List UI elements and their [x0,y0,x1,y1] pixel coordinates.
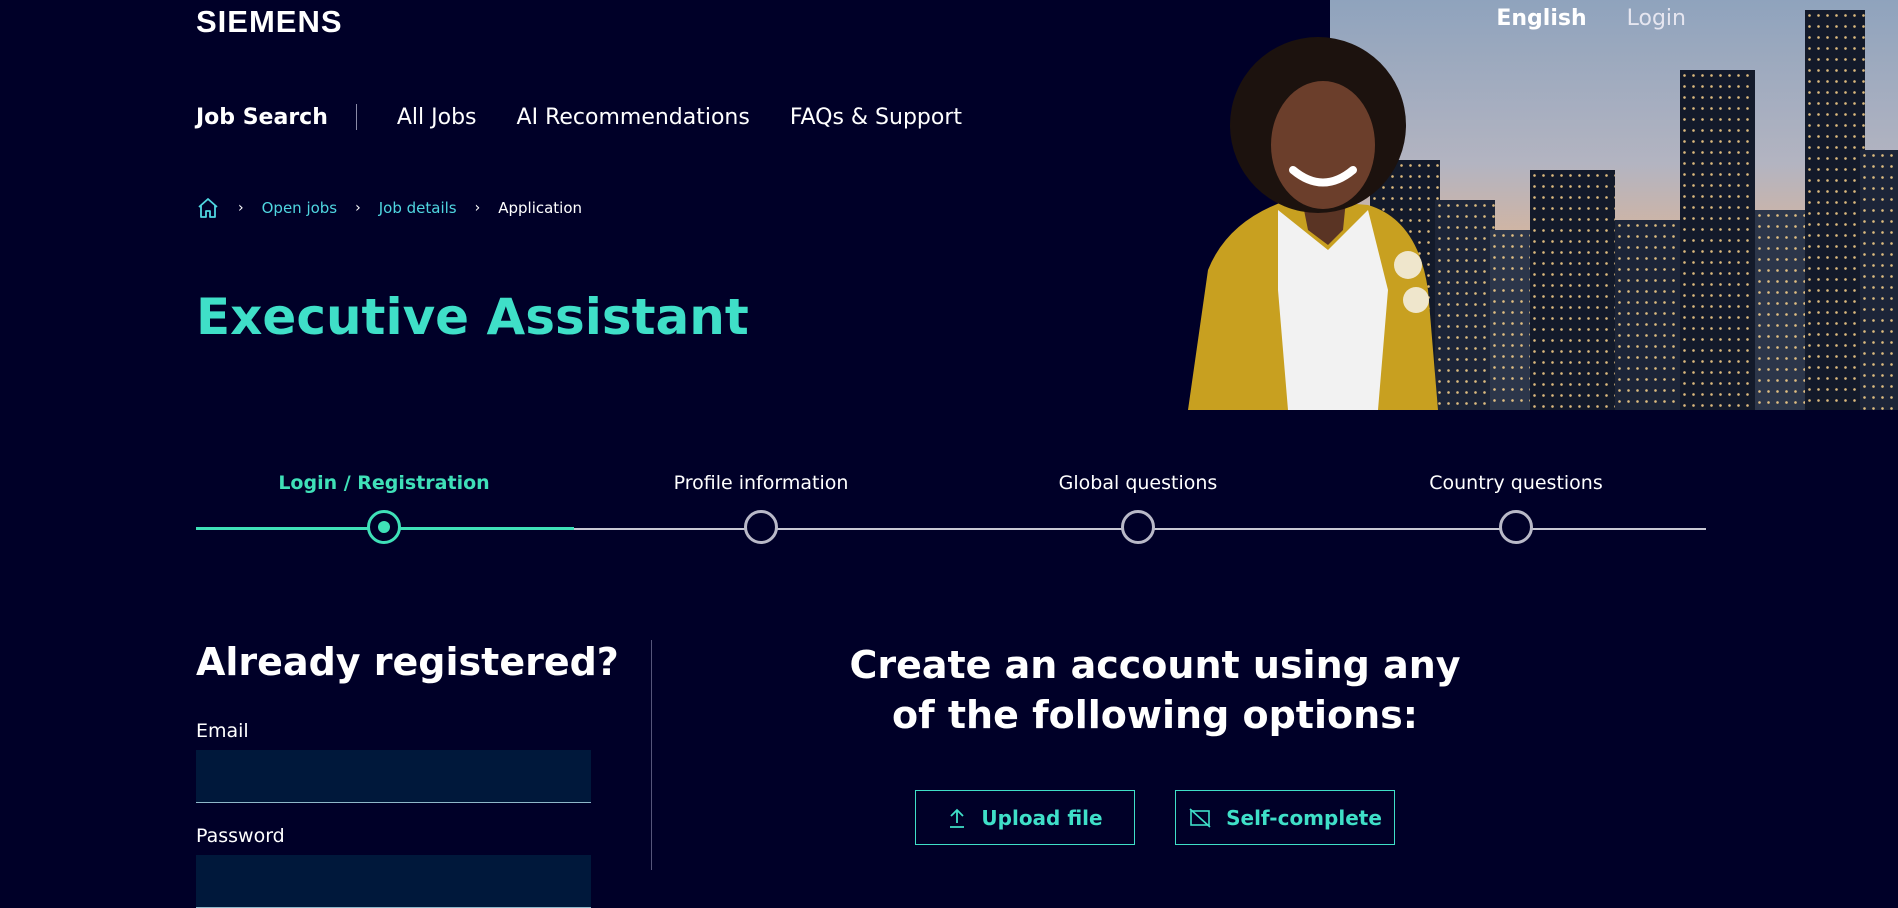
step-label-login-registration[interactable]: Login / Registration [278,472,489,494]
upload-icon [950,808,965,828]
step-dot-profile-information[interactable] [744,510,778,544]
upload-file-button[interactable]: Upload file [915,790,1135,845]
no-document-icon [1189,807,1211,828]
page-title: Executive Assistant [196,288,749,346]
step-dot-global-questions[interactable] [1121,510,1155,544]
chevron-right-icon: › [238,200,244,216]
step-label-country-questions[interactable]: Country questions [1429,472,1603,494]
email-label: Email [196,720,249,742]
breadcrumb-job-details[interactable]: Job details [379,199,457,217]
email-field[interactable] [196,750,591,803]
chevron-right-icon: › [355,200,361,216]
step-dot-login-registration[interactable] [367,510,401,544]
breadcrumb: › Open jobs › Job details › Application [196,196,582,220]
nav-faqs-support[interactable]: FAQs & Support [790,105,962,130]
step-label-profile-information[interactable]: Profile information [674,472,849,494]
home-icon[interactable] [196,196,220,220]
self-complete-label: Self-complete [1226,805,1382,830]
top-links: English Login [1496,6,1686,31]
nav-all-jobs[interactable]: All Jobs [397,105,477,130]
hero-image [1168,0,1898,410]
breadcrumb-current: Application [498,199,583,217]
chevron-right-icon: › [474,200,481,216]
siemens-logo[interactable]: SIEMENS [196,4,343,40]
section-divider [651,640,652,870]
self-complete-button[interactable]: Self-complete [1175,790,1395,845]
login-link[interactable]: Login [1627,6,1686,31]
password-field[interactable] [196,855,591,908]
breadcrumb-open-jobs[interactable]: Open jobs [262,199,338,217]
step-label-global-questions[interactable]: Global questions [1059,472,1218,494]
create-account-title-line1: Create an account using any [849,643,1461,687]
login-section-title: Already registered? [196,640,619,684]
upload-file-label: Upload file [981,805,1103,830]
password-label: Password [196,825,285,847]
main-navigation: Job Search All Jobs AI Recommendations F… [196,104,1002,130]
create-account-title: Create an account using any of the follo… [820,640,1490,740]
nav-ai-recommendations[interactable]: AI Recommendations [517,105,750,130]
create-account-title-line2: of the following options: [892,693,1418,737]
step-dot-country-questions[interactable] [1499,510,1533,544]
nav-separator [355,104,357,130]
nav-job-search[interactable]: Job Search [196,105,328,130]
language-selector[interactable]: English [1496,6,1586,31]
person-photo [1188,37,1438,410]
